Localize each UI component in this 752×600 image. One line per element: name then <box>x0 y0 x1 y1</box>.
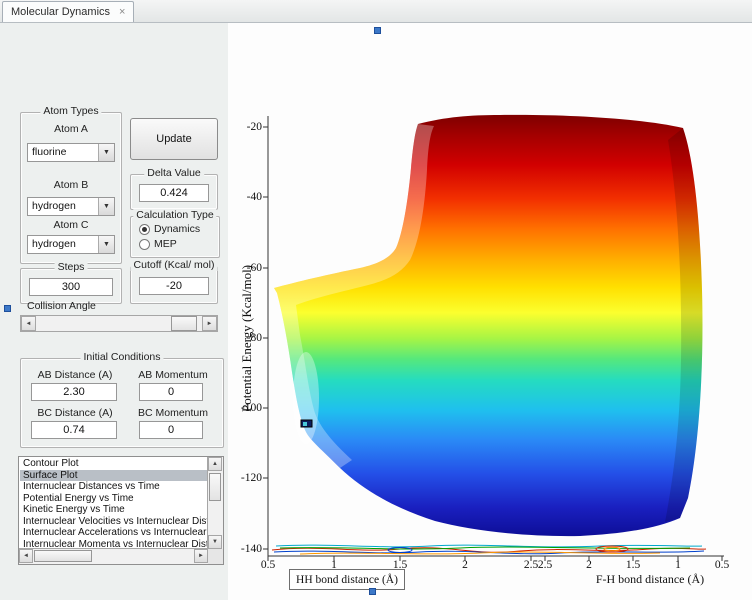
x-tick-fh: 1 <box>663 559 693 571</box>
list-item[interactable]: Internuclear Momenta vs Internuclear Dis… <box>20 539 207 549</box>
ab-momentum-field[interactable]: 0 <box>139 383 203 401</box>
list-item[interactable]: Contour Plot <box>20 458 207 470</box>
collision-angle-slider[interactable]: ◄ ► <box>20 315 218 332</box>
tab-bar: Molecular Dynamics × <box>0 0 752 23</box>
y-tick: -60 <box>232 262 262 274</box>
hh-axis-label-box[interactable]: HH bond distance (Å) <box>289 569 405 590</box>
cutoff-panel: Cutoff (Kcal/ mol) -20 <box>130 266 218 304</box>
steps-title: Steps <box>55 261 88 273</box>
y-tick: -20 <box>232 121 262 133</box>
selection-handle-top[interactable] <box>374 27 381 34</box>
delta-value-field[interactable]: 0.424 <box>139 184 209 202</box>
slider-right-arrow-icon[interactable]: ► <box>202 316 217 331</box>
slider-thumb[interactable] <box>171 316 197 331</box>
tab-close-icon[interactable]: × <box>119 7 125 18</box>
bc-distance-label: BC Distance (A) <box>29 407 121 419</box>
fh-axis-label: F-H bond distance (Å) <box>570 572 730 587</box>
ab-momentum-label: AB Momentum <box>129 369 217 381</box>
list-item[interactable]: Internuclear Velocities vs Internuclear … <box>20 516 207 528</box>
chevron-down-icon[interactable]: ▼ <box>98 236 114 253</box>
radio-selected-icon[interactable] <box>139 224 150 235</box>
atom-a-dropdown[interactable]: fluorine ▼ <box>27 143 115 162</box>
calculation-type-panel: Calculation Type Dynamics MEP <box>130 216 220 258</box>
list-horizontal-scrollbar[interactable]: ◄ ► <box>19 548 208 564</box>
cutoff-title: Cutoff (Kcal/ mol) <box>131 259 218 271</box>
x-tick-hh: 0.5 <box>253 559 283 571</box>
update-button[interactable]: Update <box>130 118 218 160</box>
radio-mep-label: MEP <box>154 238 177 250</box>
vertical-scroll-thumb[interactable] <box>209 473 221 501</box>
list-item-selected[interactable]: Surface Plot <box>20 470 207 482</box>
bc-momentum-field[interactable]: 0 <box>139 421 203 439</box>
atom-c-dropdown[interactable]: hydrogen ▼ <box>27 235 115 254</box>
molecular-dynamics-window: Molecular Dynamics × Atom Types Atom A f… <box>0 0 752 600</box>
initial-conditions-title: Initial Conditions <box>80 351 163 363</box>
atom-c-label: Atom C <box>21 219 121 231</box>
cutoff-field[interactable]: -20 <box>139 277 209 295</box>
selection-handle-left[interactable] <box>4 305 11 312</box>
tab-title: Molecular Dynamics <box>11 6 110 18</box>
x-tick-hh: 2 <box>450 559 480 571</box>
atom-types-title: Atom Types <box>40 105 101 117</box>
steps-field[interactable]: 300 <box>29 278 113 296</box>
scroll-left-icon[interactable]: ◄ <box>19 549 33 563</box>
radio-dynamics-label: Dynamics <box>154 223 200 235</box>
y-tick: -140 <box>232 543 262 555</box>
x-tick-fh: 0.5 <box>707 559 737 571</box>
atom-c-value: hydrogen <box>28 236 98 253</box>
atom-b-value: hydrogen <box>28 198 98 215</box>
ab-distance-label: AB Distance (A) <box>29 369 121 381</box>
radio-mep[interactable]: MEP <box>139 238 177 250</box>
y-tick: -80 <box>232 332 262 344</box>
x-tick-fh: 2 <box>574 559 604 571</box>
update-button-label: Update <box>156 133 191 145</box>
atom-b-label: Atom B <box>21 179 121 191</box>
atom-a-value: fluorine <box>28 144 98 161</box>
y-tick: -40 <box>232 191 262 203</box>
plot-type-list: Contour Plot Surface Plot Internuclear D… <box>20 458 207 548</box>
bc-distance-field[interactable]: 0.74 <box>31 421 117 439</box>
atom-types-panel: Atom Types Atom A fluorine ▼ Atom B hydr… <box>20 112 122 264</box>
atom-a-label: Atom A <box>21 123 121 135</box>
chevron-down-icon[interactable]: ▼ <box>98 198 114 215</box>
slider-left-arrow-icon[interactable]: ◄ <box>21 316 36 331</box>
x-tick-fh: 1.5 <box>618 559 648 571</box>
scroll-right-icon[interactable]: ► <box>194 549 208 563</box>
radio-dynamics[interactable]: Dynamics <box>139 223 200 235</box>
radio-unselected-icon[interactable] <box>139 239 150 250</box>
list-item[interactable]: Internuclear Distances vs Time <box>20 481 207 493</box>
collision-angle-label: Collision Angle <box>27 300 96 312</box>
ab-distance-field[interactable]: 2.30 <box>31 383 117 401</box>
selection-handle-bottom[interactable] <box>369 588 376 595</box>
x-tick-fh: 2.5 <box>530 559 560 571</box>
bc-momentum-label: BC Momentum <box>129 407 217 419</box>
steps-panel: Steps 300 <box>20 268 122 304</box>
list-item[interactable]: Potential Energy vs Time <box>20 493 207 505</box>
figure-canvas <box>228 23 752 600</box>
scroll-down-icon[interactable]: ▼ <box>208 535 222 549</box>
plot-type-listbox[interactable]: Contour Plot Surface Plot Internuclear D… <box>18 456 224 565</box>
horizontal-scroll-thumb[interactable] <box>34 550 92 562</box>
initial-conditions-panel: Initial Conditions AB Distance (A) AB Mo… <box>20 358 224 448</box>
scroll-up-icon[interactable]: ▲ <box>208 457 222 471</box>
scrollbar-corner <box>208 549 223 564</box>
tab-molecular-dynamics[interactable]: Molecular Dynamics × <box>2 1 134 22</box>
calculation-type-title: Calculation Type <box>133 209 216 221</box>
delta-value-title: Delta Value <box>144 167 204 179</box>
list-item[interactable]: Kinetic Energy vs Time <box>20 504 207 516</box>
list-item[interactable]: Internuclear Accelerations vs Internucle… <box>20 527 207 539</box>
y-tick: -120 <box>232 472 262 484</box>
delta-value-panel: Delta Value 0.424 <box>130 174 218 210</box>
list-vertical-scrollbar[interactable]: ▲ ▼ <box>207 457 223 549</box>
chevron-down-icon[interactable]: ▼ <box>98 144 114 161</box>
atom-b-dropdown[interactable]: hydrogen ▼ <box>27 197 115 216</box>
y-tick: -100 <box>232 402 262 414</box>
